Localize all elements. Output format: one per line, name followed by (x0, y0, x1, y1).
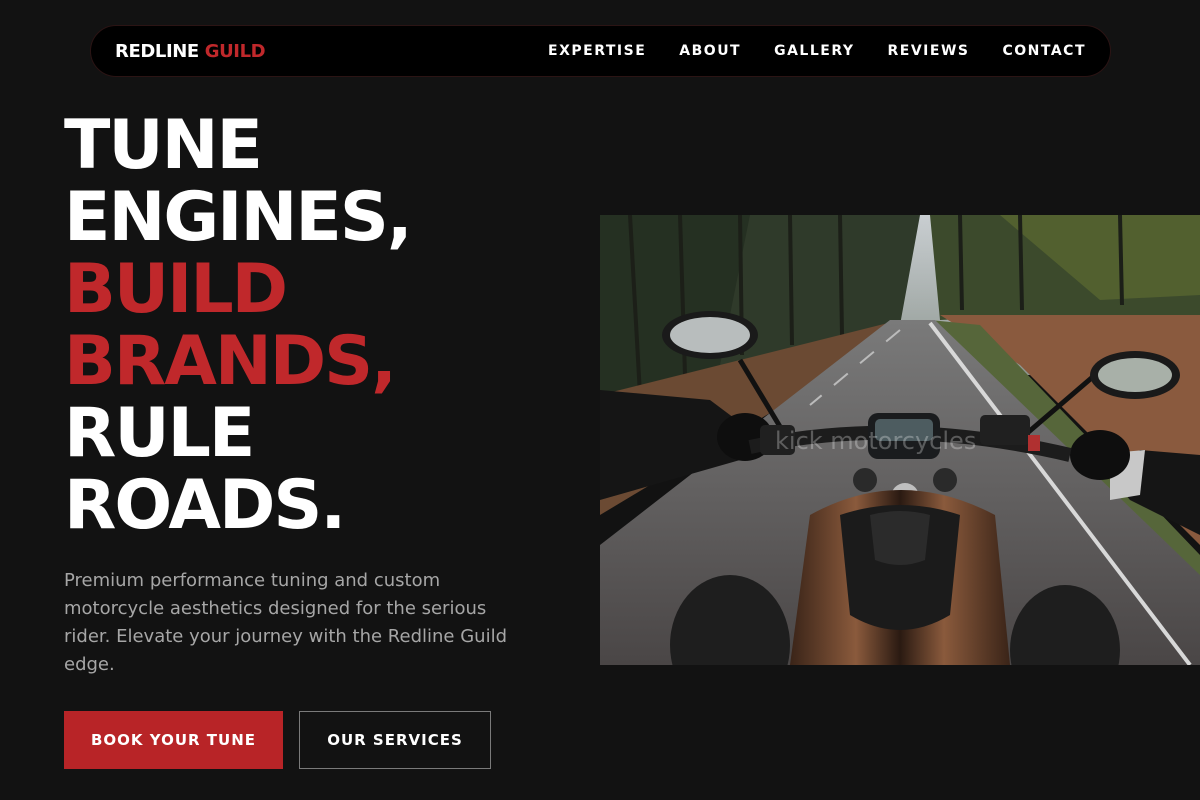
hero-headline: TUNE ENGINES, BUILD BRANDS, RULE ROADS. (64, 106, 413, 545)
nav-link-expertise[interactable]: EXPERTISE (548, 43, 646, 59)
book-tune-button[interactable]: BOOK YOUR TUNE (64, 711, 283, 769)
brand-logo-main: REDLINE (115, 40, 205, 62)
nav-link-reviews[interactable]: REVIEWS (888, 43, 970, 59)
brand-logo[interactable]: REDLINE GUILD (115, 40, 266, 62)
headline-line: ENGINES, (64, 178, 413, 257)
nav-link-about[interactable]: ABOUT (679, 43, 741, 59)
nav-links: EXPERTISE ABOUT GALLERY REVIEWS CONTACT (515, 43, 1086, 59)
photo-watermark: kick motorcycles (775, 427, 977, 455)
headline-line-accent: BUILD (64, 250, 288, 329)
brand-logo-accent: GUILD (204, 40, 266, 62)
headline-line: RULE (64, 394, 255, 473)
headline-line: TUNE (64, 106, 263, 185)
hero-motorcycle-photo: kick motorcycles (600, 215, 1200, 665)
hero-description: Premium performance tuning and custom mo… (64, 570, 507, 675)
nav-link-gallery[interactable]: GALLERY (774, 43, 854, 59)
top-navbar: REDLINE GUILD EXPERTISE ABOUT GALLERY RE… (90, 25, 1111, 77)
nav-link-contact[interactable]: CONTACT (1002, 43, 1086, 59)
our-services-button[interactable]: OUR SERVICES (299, 711, 491, 769)
headline-line-accent: BRANDS, (64, 322, 397, 401)
headline-line: ROADS. (64, 466, 346, 545)
